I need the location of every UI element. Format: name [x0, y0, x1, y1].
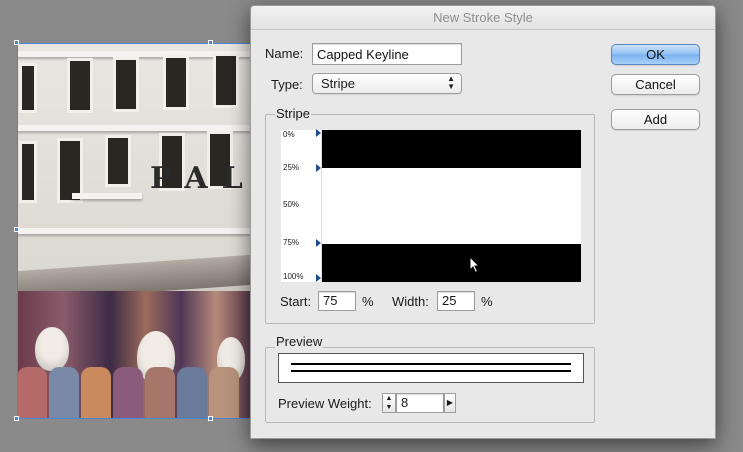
weight-menu-arrow-icon[interactable]: ▶	[444, 393, 456, 413]
selection-handle[interactable]	[14, 40, 19, 45]
start-field[interactable]: 75	[318, 291, 356, 311]
stripe-band[interactable]	[322, 130, 581, 168]
stripe-ruler: 0% 25% 50% 75% 100%	[281, 129, 322, 282]
mouse-pointer-icon	[469, 256, 481, 274]
stroke-preview	[278, 353, 584, 383]
width-field[interactable]: 25	[437, 291, 475, 311]
type-select-value: Stripe	[321, 76, 355, 91]
width-label: Width:	[392, 294, 429, 309]
dialog-title: New Stroke Style	[251, 6, 715, 30]
stepper-up-icon[interactable]: ▲	[386, 395, 393, 402]
name-field[interactable]	[312, 43, 462, 65]
preview-line	[291, 363, 571, 365]
weight-stepper[interactable]: ▲ ▼	[382, 393, 396, 413]
selection-handle[interactable]	[208, 416, 213, 421]
stripe-edge-marker[interactable]	[316, 164, 321, 172]
preview-group-title: Preview	[275, 334, 324, 349]
add-button[interactable]: Add	[611, 109, 700, 130]
ruler-tick: 50%	[283, 200, 300, 209]
preview-weight-field[interactable]: 8	[396, 393, 444, 413]
stripe-editor[interactable]: 0% 25% 50% 75% 100%	[281, 129, 581, 282]
stripe-band[interactable]	[322, 244, 581, 282]
width-unit: %	[481, 294, 493, 309]
preview-weight-label: Preview Weight:	[278, 396, 372, 411]
selection-handle[interactable]	[14, 227, 19, 232]
start-label: Start:	[280, 294, 312, 309]
stripe-sample[interactable]	[322, 130, 581, 282]
ruler-tick: 75%	[283, 238, 300, 247]
cancel-button[interactable]: Cancel	[611, 74, 700, 95]
selection-handle[interactable]	[14, 416, 19, 421]
ruler-tick: 25%	[283, 163, 300, 172]
name-label: Name:	[265, 46, 304, 61]
stripe-group-title: Stripe	[275, 106, 311, 121]
start-unit: %	[362, 294, 374, 309]
ruler-tick: 100%	[283, 272, 304, 281]
preview-line	[291, 370, 571, 372]
updown-arrows-icon: ▲ ▼	[447, 74, 455, 91]
stripe-edge-marker[interactable]	[316, 274, 321, 282]
ruler-tick: 0%	[283, 130, 295, 139]
type-label: Type:	[271, 77, 303, 92]
selection-handle[interactable]	[208, 40, 213, 45]
ok-button[interactable]: OK	[611, 44, 700, 65]
type-select[interactable]: Stripe ▲ ▼	[312, 73, 462, 94]
new-stroke-style-dialog: New Stroke Style Name: Type: Stripe ▲▼ O…	[250, 5, 716, 439]
selection-frame[interactable]	[17, 43, 251, 419]
stepper-down-icon[interactable]: ▼	[386, 404, 393, 411]
stripe-edge-marker[interactable]	[316, 239, 321, 247]
stripe-edge-marker[interactable]	[316, 129, 321, 137]
